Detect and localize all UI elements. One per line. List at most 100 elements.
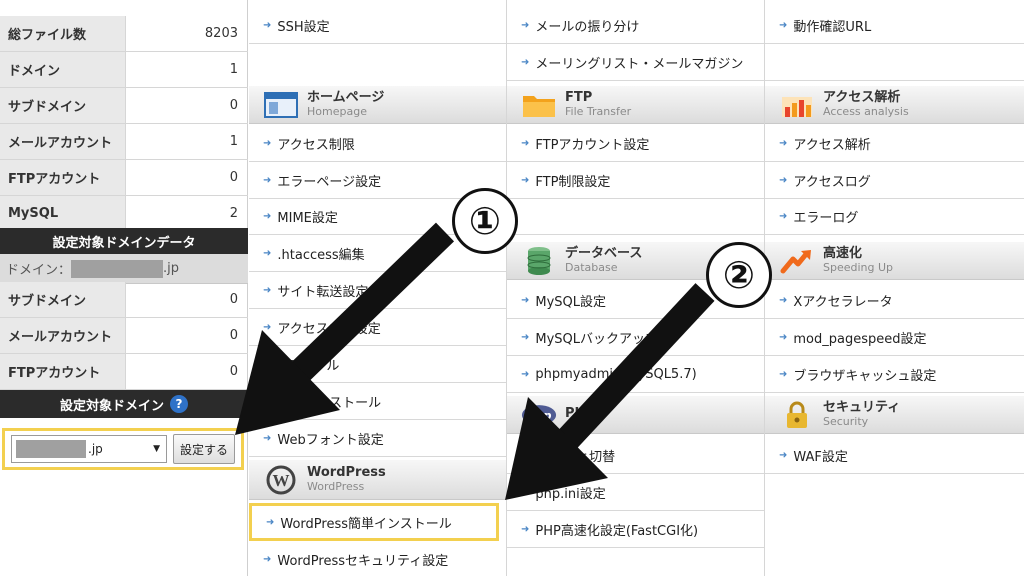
menu-item-label: phpmyadmin(MySQL5.7) (535, 367, 697, 382)
category-subtitle: Database (565, 260, 618, 274)
menu-item[interactable]: ➜ FTP制限設定 (507, 163, 764, 199)
category-php: php PHP (507, 396, 764, 434)
stat-value: 1 (229, 62, 238, 77)
menu-item[interactable]: ➜ アクセスログ設定 (249, 310, 506, 346)
menu-item-label: 簡単インストール (277, 396, 382, 411)
help-icon[interactable]: ? (170, 395, 188, 413)
menu-item[interactable]: ➜ php.ini設定 (507, 475, 764, 511)
stat-row-ftp: FTPアカウント 0 (0, 160, 248, 196)
menu-item-label: メールの振り分け (535, 20, 640, 35)
menu-item[interactable]: ➜ WAF設定 (765, 438, 1024, 474)
menu-item[interactable]: ➜ メーリングリスト・メールマガジン (507, 45, 764, 81)
arrow-icon: ➜ (521, 369, 530, 380)
menu-item-label: エラーログ (793, 211, 859, 226)
arrow-icon: ➜ (779, 175, 788, 186)
empty-cell (507, 199, 764, 235)
menu-item[interactable]: ➜ 動作確認URL (765, 8, 1024, 44)
arrow-icon: ➜ (263, 175, 272, 186)
domain-select[interactable]: .jp ▼ (11, 435, 167, 463)
arrow-icon: ➜ (263, 322, 272, 333)
stat-label: FTPアカウント (0, 160, 126, 195)
category-title: セキュリティ (823, 400, 901, 416)
menu-item[interactable]: ➜ PHP Ver.切替 (507, 438, 764, 474)
menu-item-label: WordPressセキュリティ設定 (277, 554, 449, 569)
stat-value: 0 (229, 364, 238, 379)
folder-icon (521, 91, 557, 119)
domain-row: ドメイン： .jp (0, 254, 248, 284)
menu-item[interactable]: ➜ アクセス解析 (765, 126, 1024, 162)
stat-value: 0 (229, 98, 238, 113)
menu-item-label: PHP Ver.切替 (535, 450, 616, 465)
chart-icon (779, 91, 815, 119)
target-domain-header: 設定対象ドメイン ? (0, 390, 248, 418)
arrow-icon: ➜ (263, 138, 272, 149)
category-access-analysis: アクセス解析 Access analysis (765, 86, 1024, 124)
menu-item-label: サイト転送設定 (277, 285, 369, 300)
menu-item-ssh[interactable]: ➜ SSH設定 (249, 8, 506, 44)
menu-item[interactable]: ➜ mod_pagespeed設定 (765, 320, 1024, 356)
lock-icon (779, 401, 815, 429)
menu-item-label: アクセスログ (793, 175, 871, 190)
menu-item-label: MIME設定 (277, 211, 338, 226)
homepage-window-icon (263, 91, 299, 119)
arrow-icon: ➜ (521, 450, 530, 461)
arrow-icon: ➜ (521, 175, 530, 186)
domain-data-header: 設定対象ドメインデータ (0, 228, 248, 254)
menu-item-label: WAF設定 (793, 450, 848, 465)
menu-item[interactable]: ➜ 簡単インストール (249, 384, 506, 420)
menu-item-label: php.ini設定 (535, 487, 606, 502)
category-subtitle: Speeding Up (823, 260, 894, 274)
domain-suffix: .jp (163, 261, 180, 276)
menu-item[interactable]: ➜ FTPアカウント設定 (507, 126, 764, 162)
menu-item-label: アクセス解析 (793, 138, 871, 153)
menu-item[interactable]: ➜ CGIツール (249, 347, 506, 383)
menu-item[interactable]: ➜ Xアクセラレータ (765, 283, 1024, 319)
category-subtitle: Access analysis (823, 104, 909, 118)
domain-label: ドメイン： (6, 263, 72, 278)
menu-item-label: PHP高速化設定(FastCGI化) (535, 524, 699, 539)
chevron-down-icon: ▼ (153, 444, 160, 454)
menu-item-label: FTPアカウント設定 (535, 138, 650, 153)
arrow-icon: ➜ (263, 396, 272, 407)
menu-item[interactable]: ➜ PHP高速化設定(FastCGI化) (507, 512, 764, 548)
menu-item[interactable]: ➜ サイト転送設定 (249, 273, 506, 309)
step-2-marker: ② (706, 242, 772, 308)
menu-item[interactable]: ➜ ブラウザキャッシュ設定 (765, 357, 1024, 393)
menu-item[interactable]: ➜ phpmyadmin(MySQL5.7) (507, 357, 764, 393)
stat-label: メールアカウント (0, 124, 126, 159)
arrow-icon: ➜ (521, 332, 530, 343)
menu-item-label: Xアクセラレータ (793, 295, 893, 310)
arrow-icon: ➜ (263, 20, 272, 31)
menu-item-wordpress-security[interactable]: ➜ WordPressセキュリティ設定 (249, 542, 506, 576)
menu-item[interactable]: ➜ エラーログ (765, 199, 1024, 235)
set-domain-button[interactable]: 設定する (173, 434, 236, 464)
menu-item-label: FTP制限設定 (535, 175, 611, 190)
target-domain-title: 設定対象ドメイン (59, 398, 164, 414)
menu-item[interactable]: ➜ アクセス制限 (249, 126, 506, 162)
database-icon (521, 246, 557, 275)
stat-row-mysql: MySQL 2 (0, 196, 248, 232)
menu-item[interactable]: ➜ Webフォント設定 (249, 421, 506, 457)
menu-item-label: エラーページ設定 (277, 175, 382, 190)
menu-item-wordpress-install[interactable]: ➜ WordPress簡単インストール (249, 503, 499, 541)
step-1-marker: ① (452, 188, 518, 254)
arrow-icon: ➜ (263, 359, 272, 370)
menu-item[interactable]: ➜ アクセスログ (765, 163, 1024, 199)
category-title: FTP (565, 90, 593, 106)
stat-value: 1 (229, 134, 238, 149)
arrow-icon: ➜ (779, 369, 788, 380)
menu-item[interactable]: ➜ MySQLバックアップ (507, 320, 764, 356)
domain-stat-row-ftp: FTPアカウント 0 (0, 354, 248, 390)
stat-label: メールアカウント (0, 318, 126, 353)
menu-item[interactable]: ➜ メールの振り分け (507, 8, 764, 44)
svg-text:php: php (525, 408, 551, 422)
arrow-icon: ➜ (779, 450, 788, 461)
category-title: アクセス解析 (823, 90, 901, 106)
menu-item-label: SSH設定 (277, 20, 330, 35)
arrow-icon: ➜ (521, 57, 530, 68)
menu-item-label: ブラウザキャッシュ設定 (793, 369, 937, 384)
arrow-icon: ➜ (263, 248, 272, 259)
category-subtitle: Homepage (307, 104, 367, 118)
category-ftp: FTP File Transfer (507, 86, 764, 124)
sidebar: 総ファイル数 8203 ドメイン 1 サブドメイン 0 メールアカウント 1 F… (0, 0, 248, 576)
